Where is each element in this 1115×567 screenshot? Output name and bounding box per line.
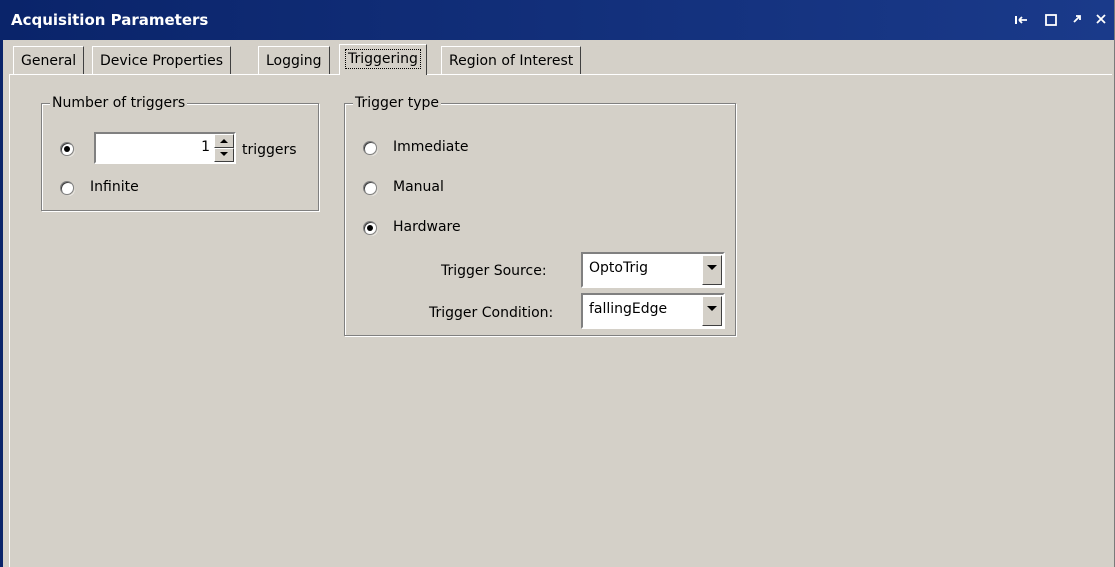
window-title: Acquisition Parameters — [11, 11, 209, 29]
tab-region-of-interest[interactable]: Region of Interest — [441, 46, 582, 74]
trigger-condition-label: Trigger Condition: — [429, 305, 554, 321]
trigger-count-radio[interactable] — [60, 142, 74, 156]
immediate-label[interactable]: Immediate — [393, 138, 468, 156]
close-icon[interactable] — [1091, 10, 1111, 30]
immediate-radio[interactable] — [363, 141, 377, 155]
tab-logging[interactable]: Logging — [258, 46, 330, 74]
trigger-count-value[interactable]: 1 — [201, 139, 210, 155]
trigger-condition-value: fallingEdge — [589, 301, 668, 317]
trigger-type-legend: Trigger type — [353, 94, 442, 112]
trigger-source-select[interactable]: OptoTrig — [581, 252, 725, 288]
number-of-triggers-group: Number of triggers 1 triggers Infinite — [41, 94, 319, 211]
triggering-tab-page: Number of triggers 1 triggers Infinite T… — [9, 74, 1112, 567]
undock-icon[interactable] — [1067, 10, 1087, 30]
number-of-triggers-legend: Number of triggers — [50, 94, 188, 112]
tab-triggering[interactable]: Triggering — [339, 44, 427, 75]
trigger-source-dropdown-button[interactable] — [702, 255, 722, 285]
infinite-radio[interactable] — [60, 181, 74, 195]
manual-radio[interactable] — [363, 181, 377, 195]
infinite-label[interactable]: Infinite — [90, 178, 139, 196]
triggers-unit-label: triggers — [242, 142, 297, 158]
title-bar[interactable]: Acquisition Parameters — [3, 0, 1114, 40]
manual-label[interactable]: Manual — [393, 178, 444, 196]
trigger-type-group: Trigger type Immediate Manual Hardware T… — [344, 94, 736, 336]
spin-up-button[interactable] — [214, 134, 234, 148]
spin-down-button[interactable] — [214, 148, 234, 162]
trigger-condition-dropdown-button[interactable] — [702, 296, 722, 326]
trigger-condition-select[interactable]: fallingEdge — [581, 293, 725, 329]
pin-icon[interactable] — [1011, 10, 1031, 30]
tab-strip: General Device Properties Logging Trigge… — [9, 44, 1109, 75]
acquisition-parameters-window: Acquisition Parameters General Device Pr… — [0, 0, 1115, 567]
trigger-count-spinner[interactable]: 1 — [94, 132, 236, 164]
maximize-icon[interactable] — [1041, 10, 1061, 30]
tab-general[interactable]: General — [13, 46, 85, 74]
trigger-source-value: OptoTrig — [589, 260, 648, 276]
trigger-source-label: Trigger Source: — [441, 263, 547, 279]
hardware-label[interactable]: Hardware — [393, 218, 461, 236]
tab-device-properties[interactable]: Device Properties — [92, 46, 232, 74]
hardware-radio[interactable] — [363, 221, 377, 235]
